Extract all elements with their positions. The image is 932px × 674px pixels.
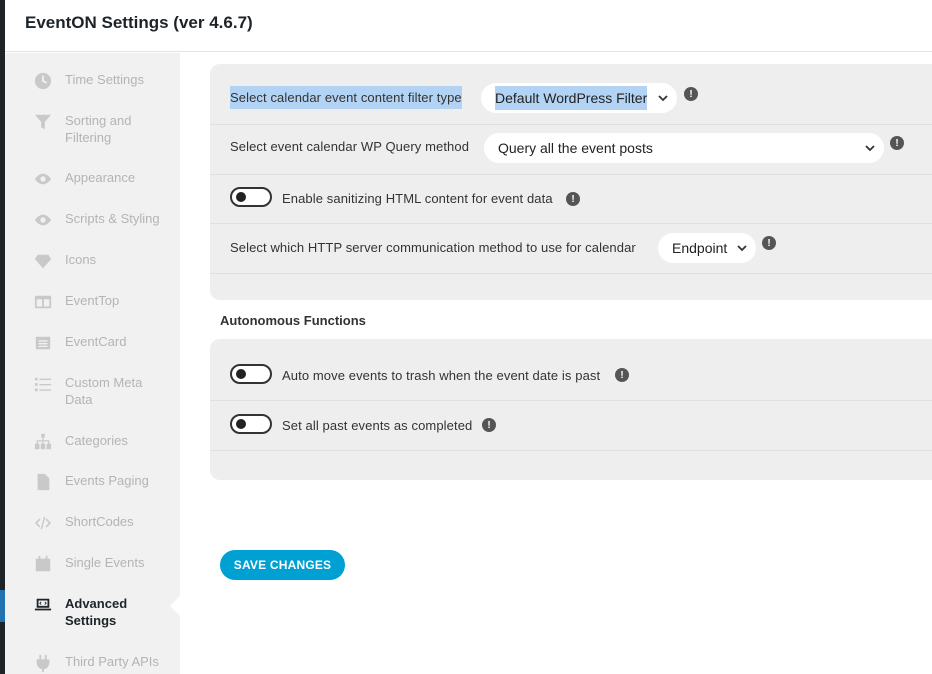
eye-icon bbox=[33, 210, 53, 230]
list-icon bbox=[33, 374, 53, 394]
sidebar-item-label: ShortCodes bbox=[65, 514, 134, 529]
sanitize-toggle[interactable] bbox=[230, 187, 272, 207]
save-changes-button[interactable]: SAVE CHANGES bbox=[220, 550, 345, 580]
sidebar-item-label: Advanced Settings bbox=[65, 596, 128, 628]
advanced-settings-panel: Select calendar event content filter typ… bbox=[210, 64, 932, 300]
query-method-value: Query all the event posts bbox=[498, 140, 653, 156]
sidebar-item-label: EventTop bbox=[65, 293, 120, 308]
plug-icon bbox=[33, 653, 53, 673]
autonomous-functions-panel: Auto move events to trash when the event… bbox=[210, 339, 932, 480]
sanitize-row: Enable sanitizing HTML content for event… bbox=[210, 175, 932, 224]
sidebar-item-label: Events Paging bbox=[65, 473, 149, 488]
sidebar-item-label: Categories bbox=[65, 433, 128, 448]
info-icon[interactable]: ! bbox=[482, 418, 496, 432]
sidebar-item-label: Sorting and Filtering bbox=[65, 113, 132, 145]
sanitize-label: Enable sanitizing HTML content for event… bbox=[282, 191, 553, 206]
sidebar-item-label: Appearance bbox=[65, 170, 136, 185]
sidebar-item-label: Third Party APIs bbox=[65, 654, 159, 669]
columns-icon bbox=[33, 292, 53, 312]
chevron-down-icon bbox=[864, 141, 876, 153]
file-icon bbox=[33, 472, 53, 492]
eye-icon bbox=[33, 169, 53, 189]
sidebar-item-label: Time Settings bbox=[65, 72, 144, 87]
sidebar-item-label: EventCard bbox=[65, 334, 127, 349]
auto-trash-label: Auto move events to trash when the event… bbox=[282, 368, 601, 383]
filter-type-value: Default WordPress Filter bbox=[495, 86, 648, 110]
auto-trash-row: Auto move events to trash when the event… bbox=[210, 339, 932, 401]
autonomous-functions-title: Autonomous Functions bbox=[220, 313, 366, 328]
filter-type-select[interactable]: Default WordPress Filter bbox=[481, 83, 677, 113]
laptop-code-icon bbox=[33, 595, 53, 615]
clock-icon bbox=[33, 71, 53, 91]
past-completed-label: Set all past events as completed bbox=[282, 418, 473, 433]
sidebar-item-label: Custom Meta Data bbox=[65, 375, 143, 407]
http-method-label: Select which HTTP server communication m… bbox=[230, 240, 636, 255]
past-completed-toggle[interactable] bbox=[230, 414, 272, 434]
query-method-row: Select event calendar WP Query method Qu… bbox=[210, 125, 932, 175]
sidebar-item-label: Scripts & Styling bbox=[65, 211, 160, 226]
diamond-icon bbox=[33, 251, 53, 271]
filter-type-row: Select calendar event content filter typ… bbox=[210, 64, 932, 125]
filter-icon bbox=[33, 112, 53, 132]
http-method-row: Select which HTTP server communication m… bbox=[210, 224, 932, 274]
code-icon bbox=[33, 513, 53, 533]
past-completed-row: Set all past events as completed ! bbox=[210, 401, 932, 451]
auto-trash-toggle[interactable] bbox=[230, 364, 272, 384]
info-icon[interactable]: ! bbox=[566, 192, 580, 206]
settings-content: Select calendar event content filter typ… bbox=[180, 53, 932, 674]
settings-sidebar: Time Settings Sorting and Filtering Appe… bbox=[5, 53, 180, 674]
calendar-icon bbox=[33, 554, 53, 574]
page-title: EventON Settings (ver 4.6.7) bbox=[25, 13, 253, 32]
page-header: EventON Settings (ver 4.6.7) bbox=[5, 0, 932, 52]
query-method-select[interactable]: Query all the event posts bbox=[484, 133, 884, 163]
info-icon[interactable]: ! bbox=[615, 368, 629, 382]
info-icon[interactable]: ! bbox=[762, 236, 776, 250]
sidebar-item-label: Single Events bbox=[65, 555, 145, 570]
filter-type-label: Select calendar event content filter typ… bbox=[230, 86, 462, 109]
sitemap-icon bbox=[33, 432, 53, 452]
chevron-down-icon bbox=[657, 91, 669, 103]
http-method-select[interactable]: Endpoint bbox=[658, 233, 756, 263]
card-icon bbox=[33, 333, 53, 353]
chevron-down-icon bbox=[736, 241, 748, 253]
info-icon[interactable]: ! bbox=[684, 87, 698, 101]
active-pointer bbox=[170, 596, 180, 616]
query-method-label: Select event calendar WP Query method bbox=[230, 139, 470, 154]
http-method-value: Endpoint bbox=[672, 240, 728, 256]
sidebar-item-label: Icons bbox=[65, 252, 97, 267]
info-icon[interactable]: ! bbox=[890, 136, 904, 150]
